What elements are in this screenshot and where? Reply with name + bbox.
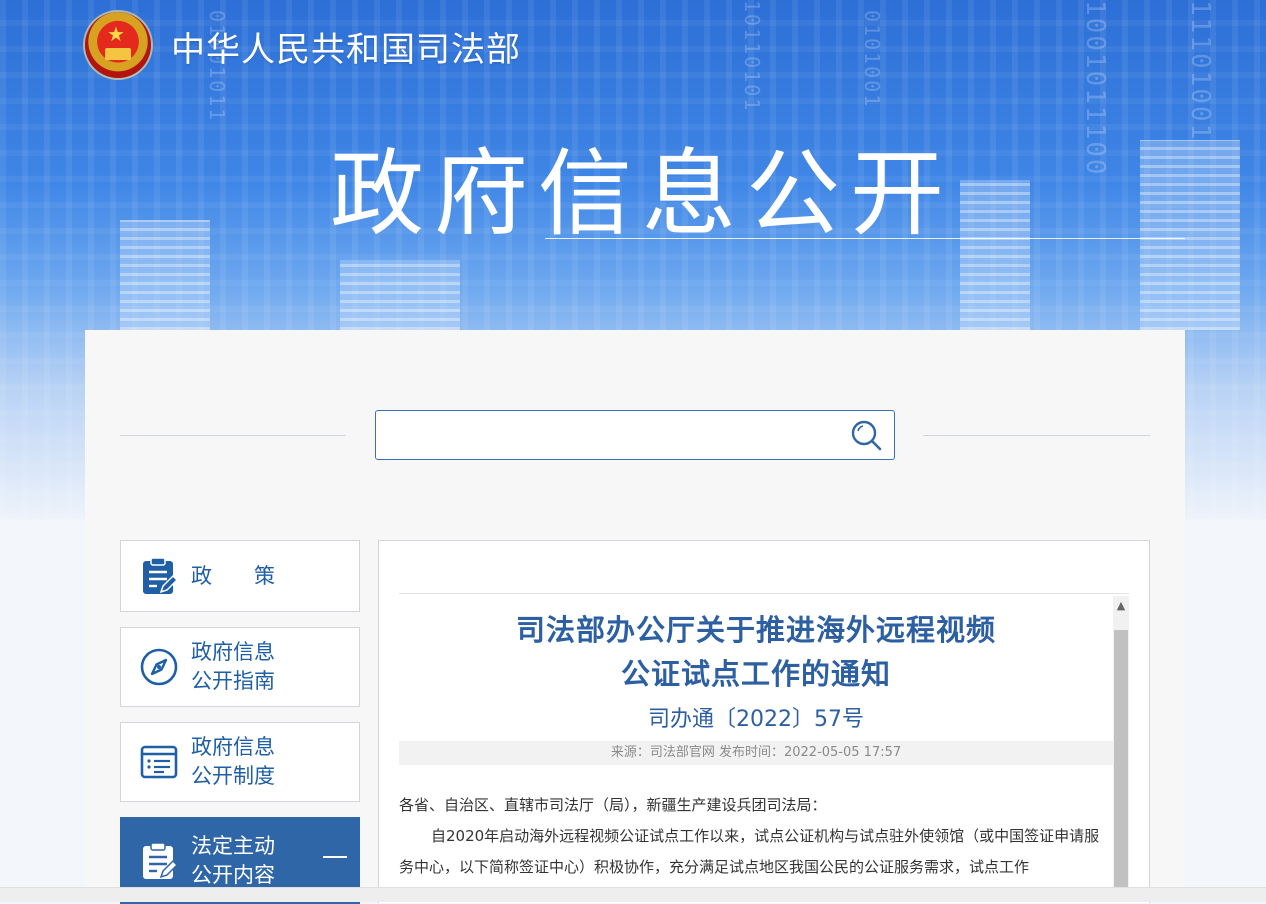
bottom-strip: [0, 887, 1266, 902]
clipboard-edit-icon: [143, 557, 179, 594]
article-panel: 司法部办公厅关于推进海外远程视频 公证试点工作的通知 司办通〔2022〕57号 …: [378, 540, 1150, 903]
banner-binary-decoration: 1001011100: [1080, 0, 1110, 177]
list-icon: [140, 745, 178, 779]
site-title: 中华人民共和国司法部: [171, 30, 521, 70]
main-panel: 政 策 政府信息 公开指南 政府信息 公开制度 法定主动 公开内容 司法部办公厅…: [85, 330, 1185, 904]
banner-binary-decoration: 11101001: [1185, 0, 1215, 142]
article-salutation: 各省、自治区、直辖市司法厅（局），新疆生产建设兵团司法局：: [399, 796, 827, 814]
article-body: 各省、自治区、直辖市司法厅（局），新疆生产建设兵团司法局： 自2020年启动海外…: [399, 790, 1111, 883]
sidebar-item-label: 法定主动 公开内容: [191, 833, 275, 887]
banner-building: [1140, 140, 1240, 330]
banner-building: [120, 220, 210, 330]
scrollbar-thumb[interactable]: [1114, 630, 1128, 888]
sidebar-item-disclosure-guide[interactable]: 政府信息 公开指南: [120, 627, 360, 707]
collapse-toggle-icon[interactable]: [323, 856, 347, 858]
banner-binary-decoration: 10110101: [740, 0, 764, 113]
compass-icon: [140, 648, 178, 686]
clipboard-edit-icon: [143, 841, 179, 879]
article: 司法部办公厅关于推进海外远程视频 公证试点工作的通知 司办通〔2022〕57号 …: [399, 596, 1113, 903]
sidebar-item-label: 政府信息 公开制度: [191, 735, 275, 788]
article-scrollbar[interactable]: ▲: [1113, 596, 1129, 888]
search-box: [375, 410, 895, 460]
search-icon[interactable]: [850, 419, 882, 451]
banner-title: 政府信息公开: [330, 140, 955, 249]
sidebar-item-label: 政 策: [191, 563, 275, 588]
banner-building: [340, 260, 460, 330]
national-emblem-icon: ★: [85, 12, 151, 78]
search-input[interactable]: [388, 419, 832, 451]
search-divider-left: [120, 435, 346, 436]
document-number: 司办通〔2022〕57号: [648, 707, 864, 732]
article-title: 司法部办公厅关于推进海外远程视频 公证试点工作的通知: [515, 613, 996, 691]
article-top-divider: [399, 593, 1129, 594]
article-meta: 来源：司法部官网 发布时间：2022-05-05 17:57: [399, 741, 1113, 765]
article-paragraph: 自2020年启动海外远程视频公证试点工作以来，试点公证机构与试点驻外使领馆（或中…: [399, 827, 1100, 876]
sidebar-item-policy[interactable]: 政 策: [120, 540, 360, 612]
banner-building: [960, 180, 1030, 330]
sidebar-item-disclosure-system[interactable]: 政府信息 公开制度: [120, 722, 360, 802]
banner-divider: [545, 238, 1185, 239]
banner-binary-decoration: 0101001: [860, 10, 884, 109]
search-divider-right: [923, 435, 1150, 436]
sidebar-item-label: 政府信息 公开指南: [191, 640, 275, 693]
scroll-up-icon[interactable]: ▲: [1113, 596, 1129, 614]
